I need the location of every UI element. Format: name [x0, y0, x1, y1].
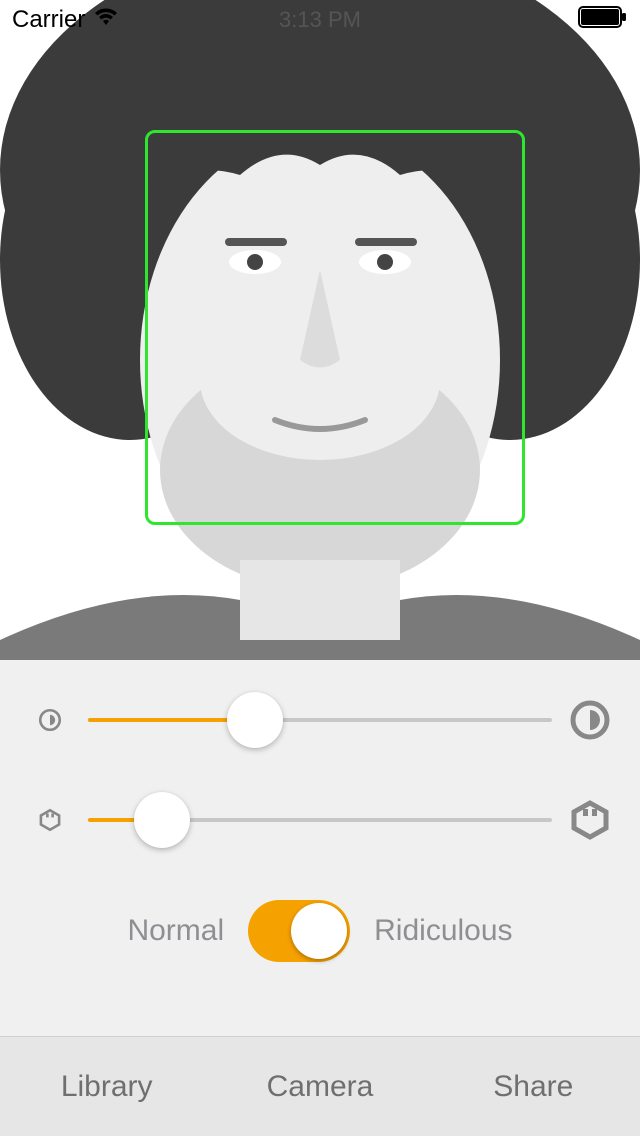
eye-slider-row [30, 700, 610, 740]
eye-large-icon [570, 700, 610, 740]
camera-button[interactable]: Camera [213, 1037, 426, 1136]
mode-toggle[interactable] [248, 900, 350, 962]
toggle-knob [291, 903, 347, 959]
eye-slider[interactable] [88, 700, 552, 740]
status-left: Carrier [12, 6, 119, 34]
status-right [578, 6, 628, 35]
face-large-icon [570, 800, 610, 840]
face-slider[interactable] [88, 800, 552, 840]
carrier-label: Carrier [12, 6, 85, 34]
mode-toggle-row: Normal Ridiculous [30, 900, 610, 962]
controls-panel: Normal Ridiculous [0, 660, 640, 1036]
toggle-label-right: Ridiculous [374, 914, 512, 948]
wifi-icon [93, 6, 119, 34]
status-bar: Carrier 3:13 PM [0, 0, 640, 40]
status-time: 3:13 PM [279, 7, 361, 33]
photo-area[interactable] [0, 0, 640, 660]
library-button[interactable]: Library [0, 1037, 213, 1136]
face-slider-row [30, 800, 610, 840]
battery-icon [578, 6, 628, 35]
face-detection-box [145, 130, 525, 525]
face-small-icon [30, 800, 70, 840]
eye-small-icon [30, 700, 70, 740]
toggle-label-left: Normal [127, 914, 224, 948]
bottom-toolbar: Library Camera Share [0, 1036, 640, 1136]
share-button[interactable]: Share [427, 1037, 640, 1136]
